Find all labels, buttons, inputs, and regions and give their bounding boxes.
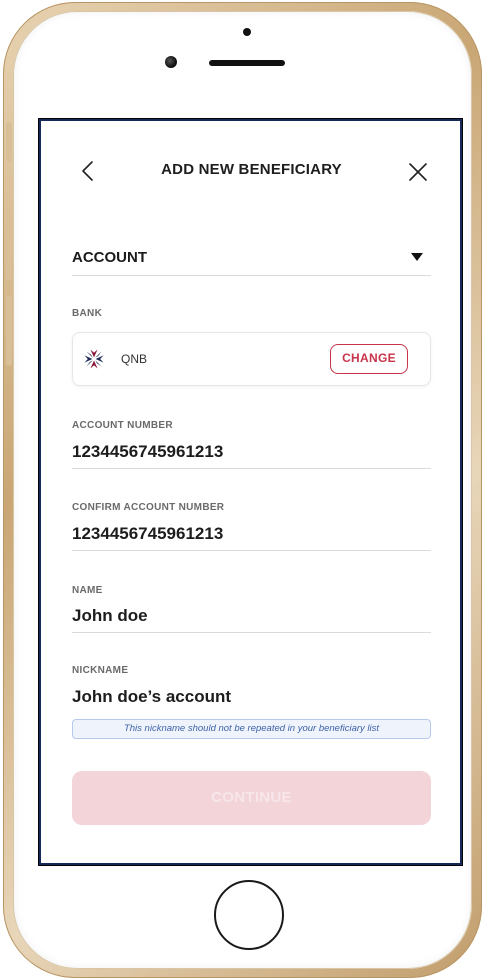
mute-switch xyxy=(6,122,12,162)
confirm-account-number-input[interactable]: 1234456745961213 xyxy=(72,524,223,544)
earpiece-speaker xyxy=(209,60,285,66)
name-underline xyxy=(72,632,431,633)
name-label: NAME xyxy=(72,585,103,596)
name-input[interactable]: John doe xyxy=(72,606,148,626)
account-number-underline xyxy=(72,468,431,469)
nickname-hint: This nickname should not be repeated in … xyxy=(72,719,431,739)
proximity-sensor xyxy=(243,28,251,36)
front-camera xyxy=(165,56,177,68)
home-button[interactable] xyxy=(214,880,284,950)
account-number-input[interactable]: 1234456745961213 xyxy=(72,442,223,462)
account-type-dropdown[interactable]: ACCOUNT xyxy=(72,245,431,276)
nickname-input[interactable]: John doe’s account xyxy=(72,687,231,707)
volume-up-button xyxy=(6,210,12,280)
caret-down-icon xyxy=(411,253,423,261)
account-type-value: ACCOUNT xyxy=(72,249,147,266)
header: ADD NEW BENEFICIARY xyxy=(72,157,431,185)
nickname-hint-text: This nickname should not be repeated in … xyxy=(123,723,380,734)
page-title: ADD NEW BENEFICIARY xyxy=(161,161,342,178)
qnb-logo-icon xyxy=(84,349,104,369)
account-number-label: ACCOUNT NUMBER xyxy=(72,420,173,431)
bank-name: QNB xyxy=(121,352,148,366)
volume-down-button xyxy=(6,296,12,366)
confirm-account-number-label: CONFIRM ACCOUNT NUMBER xyxy=(72,502,225,513)
close-icon[interactable] xyxy=(407,161,429,183)
continue-button[interactable]: CONTINUE xyxy=(72,771,431,825)
bank-card: QNB CHANGE xyxy=(72,332,431,386)
change-bank-button[interactable]: CHANGE xyxy=(330,344,408,374)
nickname-label: NICKNAME xyxy=(72,665,129,676)
app-screen: ADD NEW BENEFICIARY ACCOUNT BANK QNB CHA… xyxy=(38,118,463,866)
bank-label: BANK xyxy=(72,308,103,319)
confirm-account-number-underline xyxy=(72,550,431,551)
